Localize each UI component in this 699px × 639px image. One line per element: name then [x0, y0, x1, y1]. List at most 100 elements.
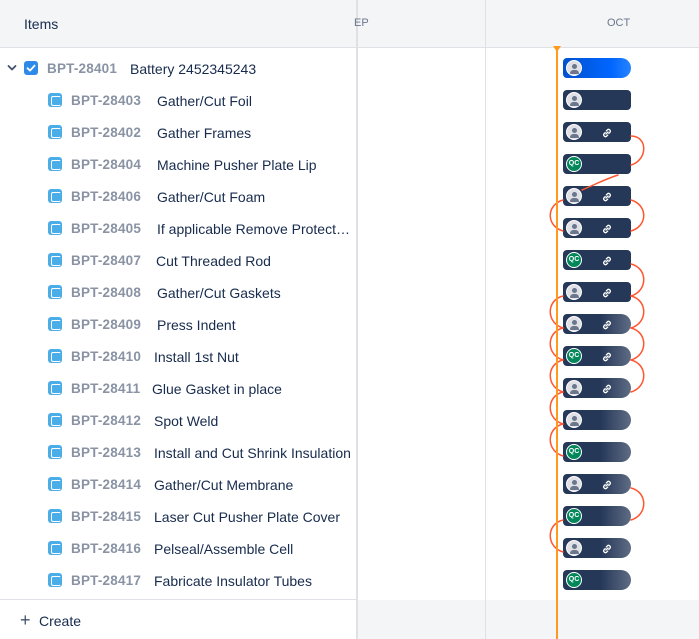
- timeline-bar[interactable]: [563, 538, 631, 558]
- list-item[interactable]: BPT-28412 Spot Weld: [0, 404, 356, 436]
- timeline-bar[interactable]: [563, 314, 631, 334]
- link-icon[interactable]: [601, 350, 613, 362]
- issue-key[interactable]: BPT-28407: [71, 253, 141, 268]
- timeline-bar[interactable]: QC: [563, 154, 631, 174]
- issue-key[interactable]: BPT-28404: [71, 157, 141, 172]
- issue-summary[interactable]: Gather Frames: [157, 125, 251, 141]
- subtask-icon: [48, 381, 62, 395]
- issue-summary[interactable]: Fabricate Insulator Tubes: [154, 573, 312, 589]
- timeline-bar[interactable]: QC: [563, 250, 631, 270]
- list-item[interactable]: BPT-28414 Gather/Cut Membrane: [0, 468, 356, 500]
- issue-key[interactable]: BPT-28403: [71, 93, 141, 108]
- list-item[interactable]: BPT-28404 Machine Pusher Plate Lip: [0, 148, 356, 180]
- list-item[interactable]: BPT-28416 Pelseal/Assemble Cell: [0, 532, 356, 564]
- timeline-bar[interactable]: [563, 282, 631, 302]
- items-header-title: Items: [24, 16, 59, 32]
- link-icon[interactable]: [601, 190, 613, 202]
- list-item[interactable]: BPT-28405 If applicable Remove Protect…: [0, 212, 356, 244]
- issue-key[interactable]: BPT-28415: [71, 509, 141, 524]
- issue-key[interactable]: BPT-28413: [71, 445, 141, 460]
- link-icon[interactable]: [601, 318, 613, 330]
- list-item[interactable]: BPT-28415 Laser Cut Pusher Plate Cover: [0, 500, 356, 532]
- user-avatar-icon: [566, 380, 582, 396]
- issue-key[interactable]: BPT-28411: [71, 381, 140, 396]
- timeline-bar[interactable]: [563, 90, 631, 110]
- list-item[interactable]: BPT-28408 Gather/Cut Gaskets: [0, 276, 356, 308]
- month-divider: [485, 0, 486, 639]
- issue-summary[interactable]: If applicable Remove Protect…: [157, 221, 350, 237]
- issue-summary[interactable]: Install and Cut Shrink Insulation: [154, 445, 351, 461]
- link-icon[interactable]: [601, 126, 613, 138]
- list-item[interactable]: BPT-28417 Fabricate Insulator Tubes: [0, 564, 356, 596]
- issue-key[interactable]: BPT-28410: [71, 349, 141, 364]
- user-avatar-icon: [566, 476, 582, 492]
- timeline-bar[interactable]: QC: [563, 442, 631, 462]
- subtask-icon: [48, 157, 62, 171]
- issue-summary[interactable]: Pelseal/Assemble Cell: [154, 541, 293, 557]
- issue-summary[interactable]: Battery 2452345243: [130, 61, 256, 77]
- list-item[interactable]: BPT-28403 Gather/Cut Foil: [0, 84, 356, 116]
- list-item[interactable]: BPT-28407 Cut Threaded Rod: [0, 244, 356, 276]
- link-icon[interactable]: [601, 542, 613, 554]
- user-avatar-icon: [566, 220, 582, 236]
- timeline-footer: [358, 600, 699, 639]
- timeline-bar[interactable]: [563, 122, 631, 142]
- user-avatar-icon: [566, 60, 582, 76]
- link-icon[interactable]: [601, 286, 613, 298]
- list-item[interactable]: BPT-28406 Gather/Cut Foam: [0, 180, 356, 212]
- list-item[interactable]: BPT-28402 Gather Frames: [0, 116, 356, 148]
- epic-checkbox-icon[interactable]: [24, 61, 38, 75]
- issue-key[interactable]: BPT-28412: [71, 413, 141, 428]
- issue-summary[interactable]: Cut Threaded Rod: [156, 253, 271, 269]
- issue-summary[interactable]: Laser Cut Pusher Plate Cover: [154, 509, 340, 525]
- create-button[interactable]: + Create: [0, 599, 356, 639]
- timeline-bar[interactable]: QC: [563, 346, 631, 366]
- list-item[interactable]: BPT-28411 Glue Gasket in place: [0, 372, 356, 404]
- issue-summary[interactable]: Gather/Cut Foil: [157, 93, 252, 109]
- items-panel-header: Items: [0, 0, 356, 48]
- link-icon[interactable]: [601, 478, 613, 490]
- subtask-icon: [48, 541, 62, 555]
- timeline-header: EP OCT: [354, 0, 699, 48]
- issue-summary[interactable]: Gather/Cut Gaskets: [157, 285, 281, 301]
- user-avatar-icon: [566, 92, 582, 108]
- timeline-bar[interactable]: [563, 378, 631, 398]
- issue-summary[interactable]: Machine Pusher Plate Lip: [157, 157, 317, 173]
- issue-key[interactable]: BPT-28408: [71, 285, 141, 300]
- timeline-bar[interactable]: [563, 58, 631, 78]
- link-icon[interactable]: [601, 382, 613, 394]
- timeline-bar[interactable]: QC: [563, 506, 631, 526]
- issue-summary[interactable]: Spot Weld: [154, 413, 218, 429]
- issue-summary[interactable]: Press Indent: [157, 317, 236, 333]
- create-label: Create: [39, 613, 82, 629]
- user-avatar-icon: [566, 316, 582, 332]
- chevron-down-icon[interactable]: [6, 61, 18, 73]
- issue-key[interactable]: BPT-28402: [71, 125, 141, 140]
- timeline-bar[interactable]: [563, 218, 631, 238]
- timeline-bar[interactable]: [563, 186, 631, 206]
- list-item[interactable]: BPT-28413 Install and Cut Shrink Insulati…: [0, 436, 356, 468]
- month-label-oct: OCT: [607, 17, 631, 29]
- issue-key[interactable]: BPT-28406: [71, 189, 141, 204]
- issue-summary[interactable]: Gather/Cut Membrane: [154, 477, 293, 493]
- issue-key[interactable]: BPT-28416: [71, 541, 141, 556]
- list-item-parent[interactable]: BPT-28401 Battery 2452345243: [0, 52, 356, 84]
- timeline-bar[interactable]: [563, 410, 631, 430]
- qc-avatar-badge: QC: [566, 252, 582, 268]
- issue-key[interactable]: BPT-28414: [71, 477, 141, 492]
- issue-key[interactable]: BPT-28417: [71, 573, 141, 588]
- issue-summary[interactable]: Install 1st Nut: [154, 349, 239, 365]
- link-icon[interactable]: [601, 222, 613, 234]
- issue-key[interactable]: BPT-28409: [71, 317, 141, 332]
- timeline-bar[interactable]: QC: [563, 570, 631, 590]
- user-avatar-icon: [566, 412, 582, 428]
- issue-key[interactable]: BPT-28401: [47, 61, 117, 76]
- link-icon[interactable]: [601, 254, 613, 266]
- list-item[interactable]: BPT-28410 Install 1st Nut: [0, 340, 356, 372]
- issue-key[interactable]: BPT-28405: [71, 221, 141, 236]
- subtask-icon: [48, 349, 62, 363]
- list-item[interactable]: BPT-28409 Press Indent: [0, 308, 356, 340]
- timeline-bar[interactable]: [563, 474, 631, 494]
- issue-summary[interactable]: Gather/Cut Foam: [157, 189, 265, 205]
- issue-summary[interactable]: Glue Gasket in place: [152, 381, 282, 397]
